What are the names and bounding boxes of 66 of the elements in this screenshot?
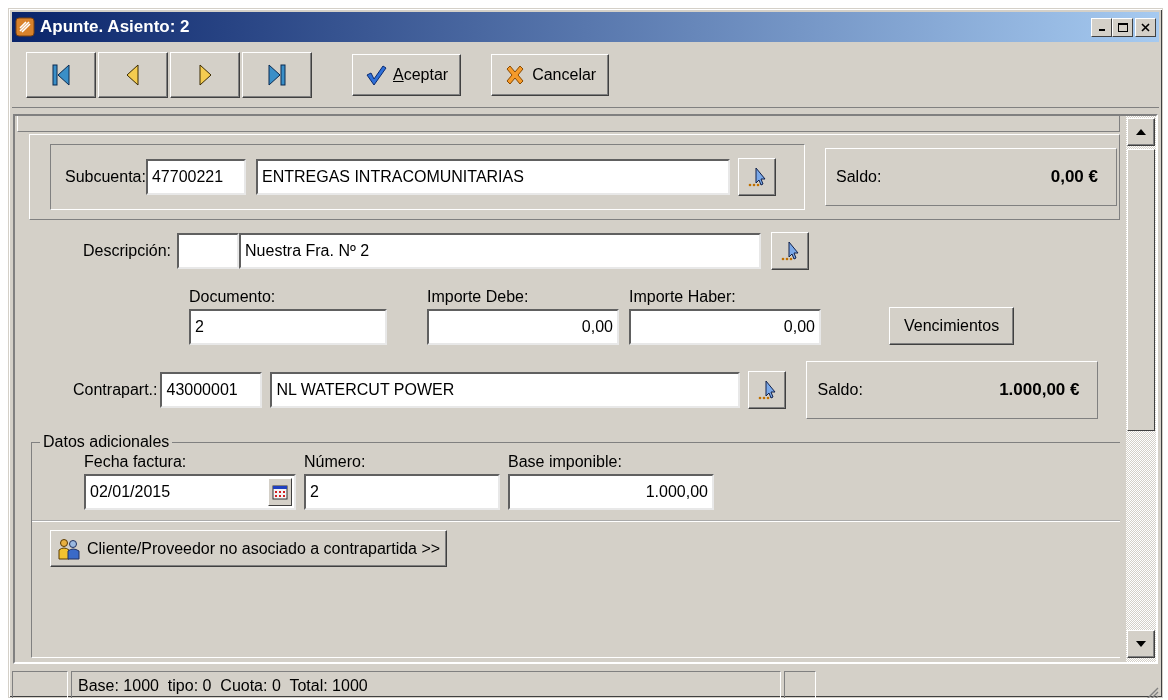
minimize-button[interactable]	[1091, 17, 1112, 37]
lookup-button[interactable]	[737, 158, 776, 196]
navigation-button[interactable]	[242, 51, 312, 98]
field-label: Documento:	[189, 288, 277, 306]
cancel-button[interactable]: Cancelar	[491, 53, 610, 96]
due-dates-button[interactable]: Vencimientos	[889, 307, 1015, 345]
checkmark-icon	[365, 63, 387, 86]
field-label: Importe Haber:	[629, 288, 737, 306]
window-title: Apunte. Asiento: 2	[40, 17, 191, 37]
navigation-button[interactable]	[26, 51, 96, 98]
maximize-button[interactable]	[1112, 17, 1133, 37]
minimize-icon	[1098, 29, 1105, 31]
next-icon	[197, 62, 213, 87]
balance-label: Saldo:	[836, 168, 882, 186]
navigation-button[interactable]	[98, 51, 168, 98]
scrollbar-thumb[interactable]	[1127, 149, 1155, 431]
status-panel	[12, 671, 68, 698]
client-supplier-button[interactable]: Cliente/Proveedor no asociado a contrapartida >>	[50, 530, 448, 567]
input-field[interactable]: 0,00	[629, 309, 821, 345]
input-field[interactable]: 2	[304, 474, 500, 510]
field-label: Subcuenta:	[65, 168, 146, 186]
last-record-icon	[267, 62, 287, 87]
field-label: Número:	[304, 453, 367, 471]
close-icon	[1141, 22, 1150, 32]
lookup-button[interactable]	[771, 232, 810, 270]
status-text: Base: 1000 tipo: 0 Cuota: 0 Total: 1000	[71, 671, 781, 698]
accept-button[interactable]: Aceptar	[352, 53, 462, 96]
calendar-icon	[272, 484, 288, 500]
pointer-icon	[780, 240, 801, 262]
input-field[interactable]: 43000001	[160, 372, 263, 408]
field-label: Contrapart.:	[73, 381, 158, 399]
status-panel	[784, 671, 816, 698]
input-field[interactable]: NL WATERCUT POWER	[270, 372, 741, 408]
balance-value: 1.000,00 €	[999, 380, 1080, 400]
input-field[interactable]: Nuestra Fra. Nº 2	[239, 233, 762, 269]
input-field[interactable]	[177, 233, 240, 269]
pointer-icon	[746, 166, 767, 188]
group-title: Datos adicionales	[42, 433, 171, 451]
field-label: Fecha factura:	[84, 453, 188, 471]
close-button[interactable]	[1135, 17, 1156, 37]
maximize-icon	[1117, 22, 1128, 32]
scroll-down-button[interactable]	[1127, 630, 1155, 658]
pointer-icon	[757, 379, 778, 401]
input-field[interactable]: 1.000,00	[508, 474, 714, 510]
date-value: 02/01/2015	[90, 483, 171, 501]
calendar-button[interactable]	[268, 478, 292, 506]
down-arrow-icon	[1136, 641, 1146, 647]
first-record-icon	[51, 62, 71, 87]
scroll-up-button[interactable]	[1127, 118, 1155, 146]
navigation-button[interactable]	[170, 51, 240, 98]
input-field[interactable]: 0,00	[427, 309, 619, 345]
field-label: Importe Debe:	[427, 288, 530, 306]
date-field[interactable]: 02/01/2015	[84, 474, 296, 510]
field-label: Descripción:	[83, 242, 172, 260]
balance-value: 0,00 €	[1050, 167, 1098, 187]
app-icon	[15, 17, 35, 37]
scrollbar[interactable]	[1126, 116, 1156, 662]
lookup-button[interactable]	[748, 371, 787, 409]
input-field[interactable]: 2	[189, 309, 387, 345]
input-field[interactable]: 47700221	[145, 159, 246, 195]
balance-label: Saldo:	[817, 381, 863, 399]
people-icon	[57, 537, 81, 560]
input-field[interactable]: ENTREGAS INTRACOMUNITARIAS	[255, 159, 730, 195]
previous-icon	[125, 62, 141, 87]
field-label: Base imponible:	[508, 453, 623, 471]
up-arrow-icon	[1136, 129, 1146, 135]
